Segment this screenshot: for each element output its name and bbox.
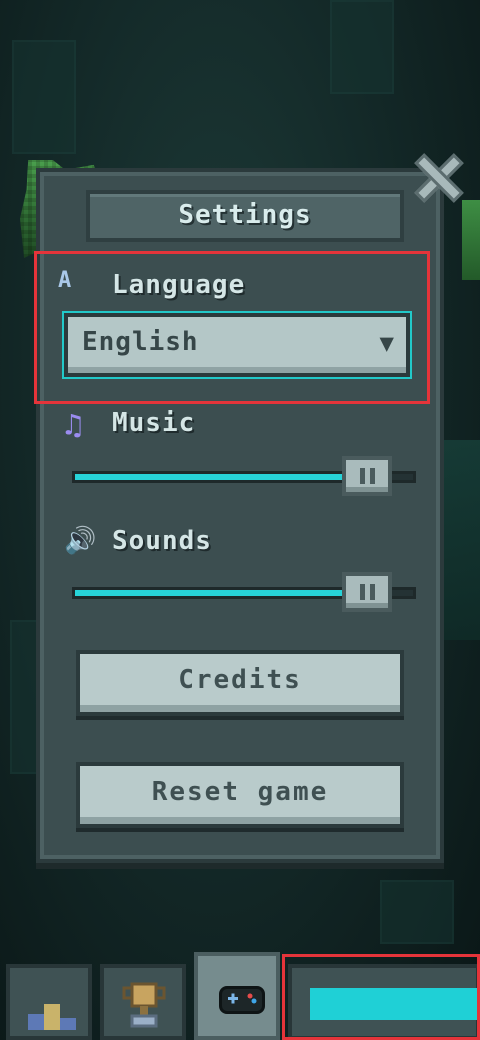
close-button[interactable] bbox=[410, 150, 466, 206]
sounds-volume-slider[interactable] bbox=[72, 572, 416, 612]
sounds-label: Sounds bbox=[112, 526, 212, 556]
cup-icon bbox=[122, 980, 166, 1030]
page-title: Settings bbox=[178, 200, 312, 230]
trophy-podium-icon bbox=[28, 990, 78, 1030]
settings-tab-highlight bbox=[282, 954, 480, 1040]
language-highlight bbox=[34, 251, 430, 404]
credits-button[interactable]: Credits bbox=[76, 650, 404, 716]
music-volume-slider[interactable] bbox=[72, 456, 416, 496]
slider-thumb[interactable] bbox=[342, 572, 392, 612]
slider-fill bbox=[75, 590, 370, 596]
gamepad-icon bbox=[219, 986, 265, 1014]
reset-game-button[interactable]: Reset game bbox=[76, 762, 404, 828]
speaker-icon: 🔊 bbox=[64, 526, 97, 556]
music-label: Music bbox=[112, 408, 196, 438]
slider-fill bbox=[75, 474, 370, 480]
music-note-icon: ♫ bbox=[64, 408, 83, 443]
slider-thumb[interactable] bbox=[342, 456, 392, 496]
vine-decoration bbox=[462, 200, 480, 280]
